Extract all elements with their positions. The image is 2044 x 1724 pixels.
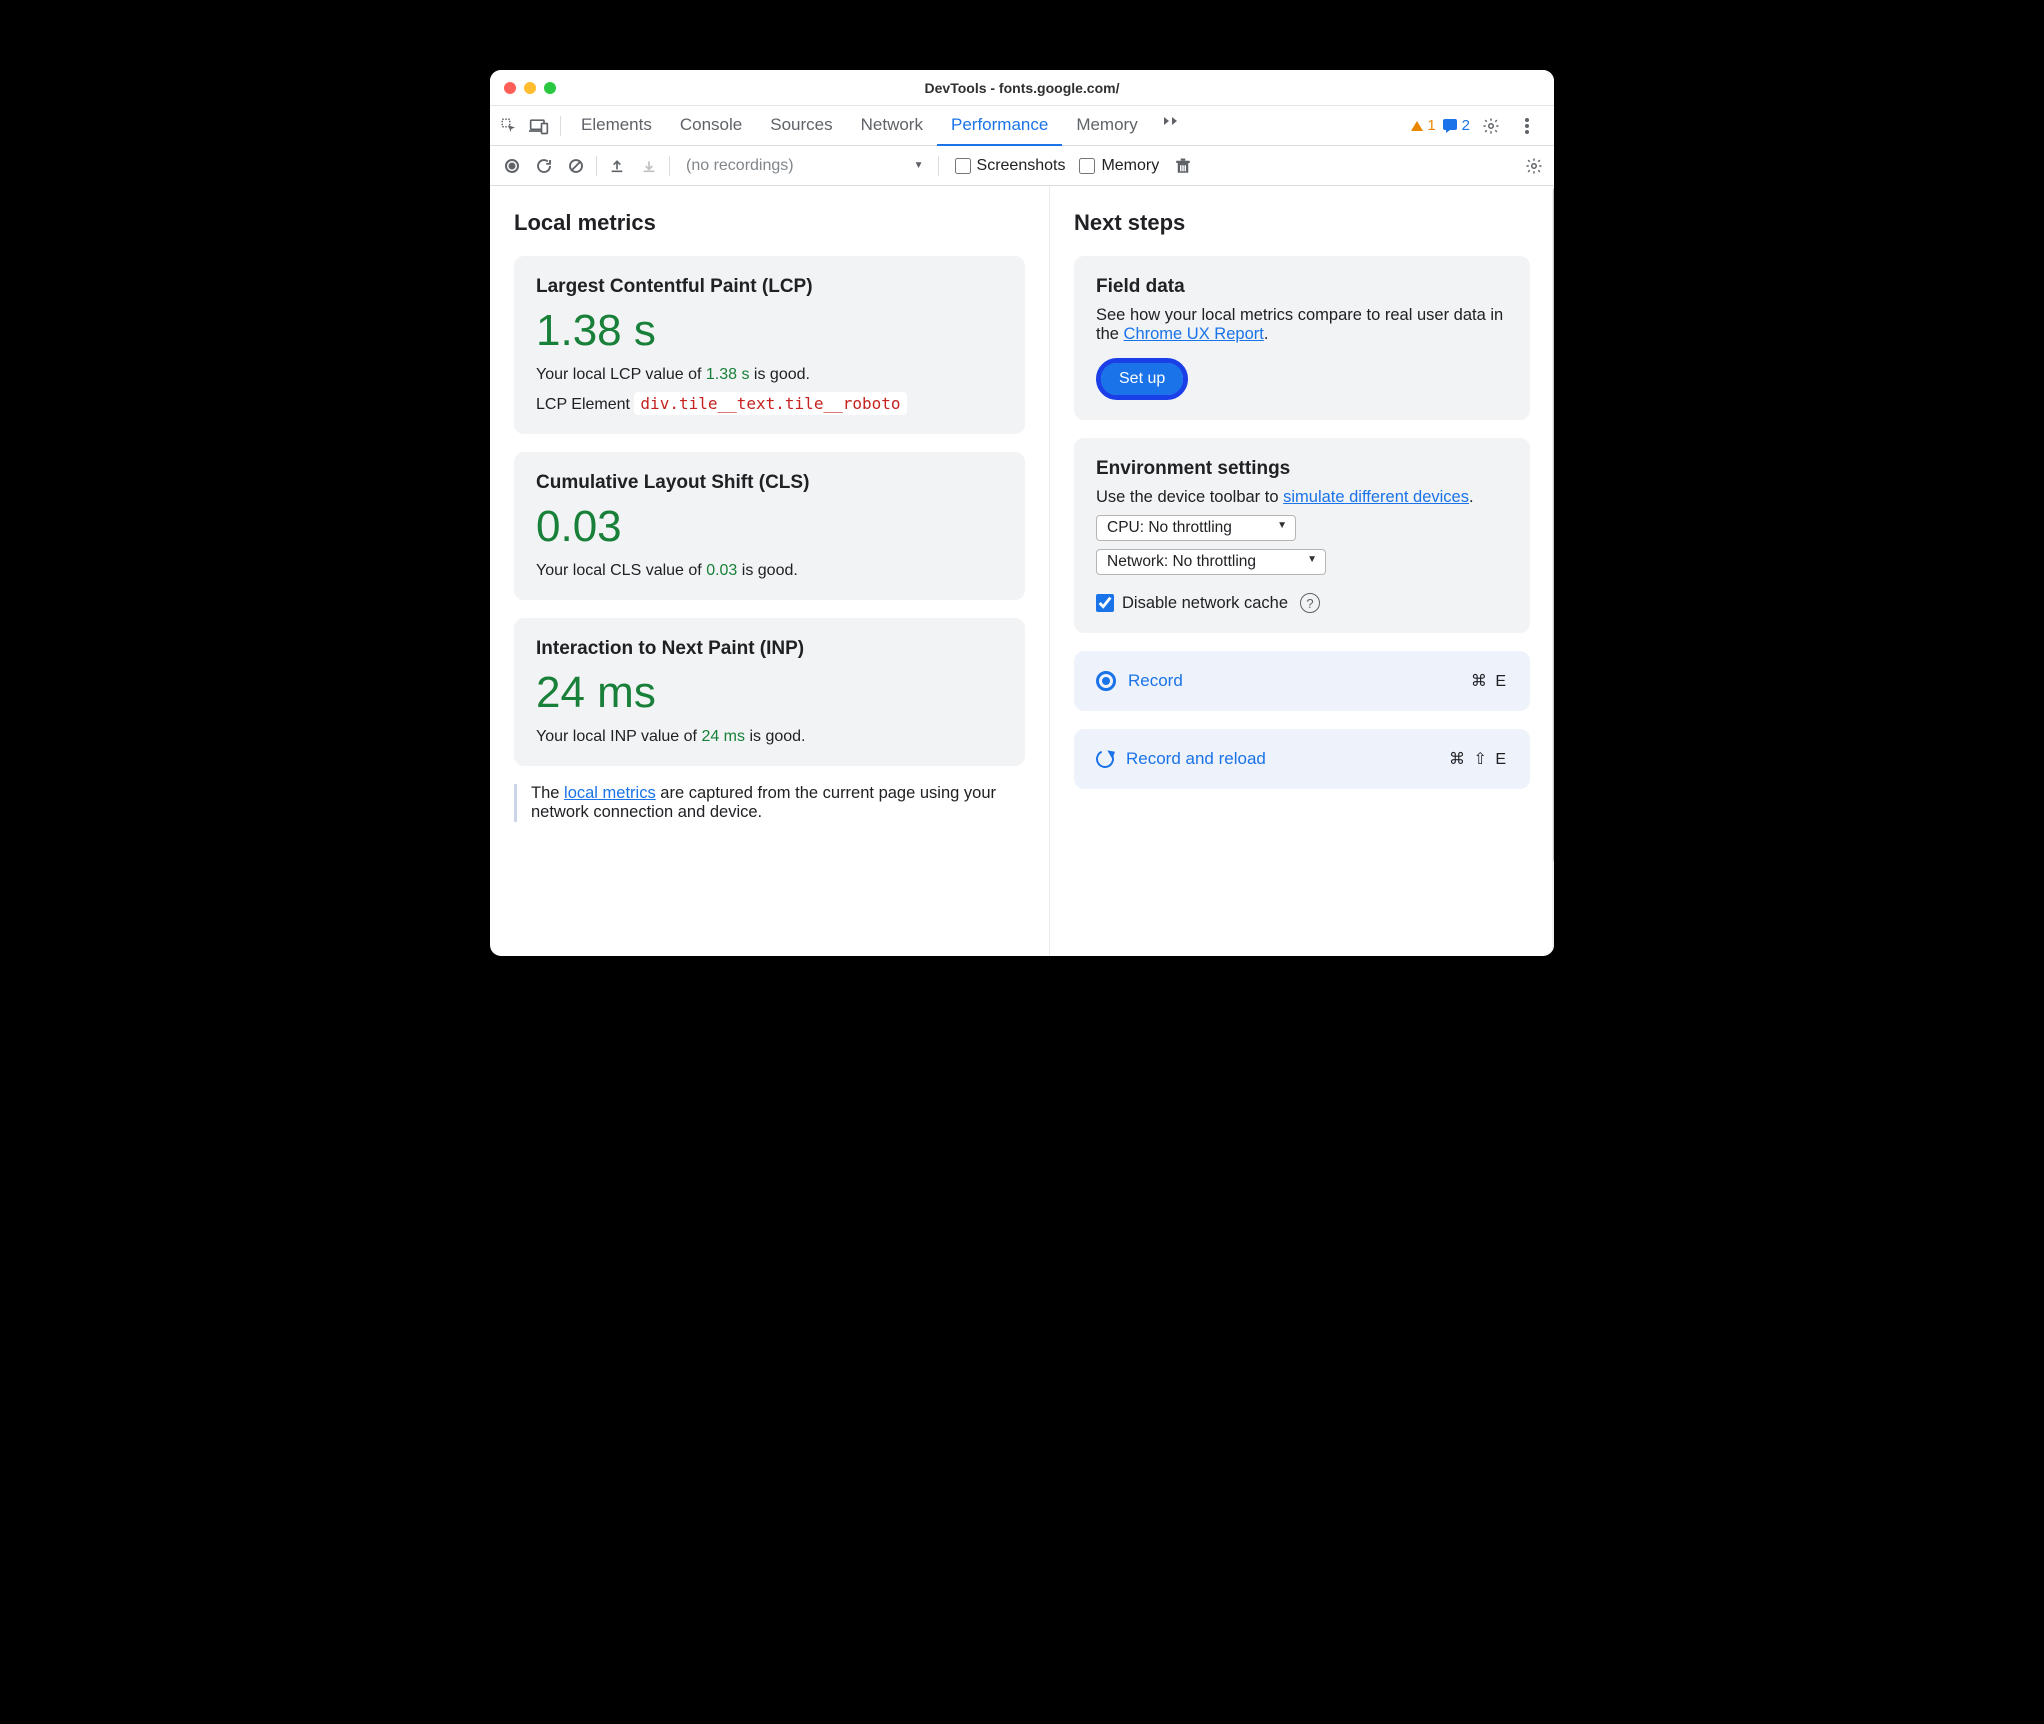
upload-trace-icon[interactable] [603, 152, 631, 180]
more-tabs-icon[interactable] [1152, 106, 1192, 136]
issues-badge[interactable]: 2 [1442, 117, 1470, 134]
environment-settings-card: Environment settings Use the device tool… [1074, 438, 1530, 633]
warnings-count: 1 [1427, 117, 1435, 134]
reload-icon [1093, 747, 1116, 770]
title-bar: DevTools - fonts.google.com/ [490, 70, 1554, 106]
cls-title: Cumulative Layout Shift (CLS) [536, 472, 1003, 494]
recordings-label: (no recordings) [686, 157, 794, 175]
screenshots-checkbox[interactable]: Screenshots [955, 157, 1066, 175]
crux-link[interactable]: Chrome UX Report [1124, 325, 1264, 343]
devtools-window: DevTools - fonts.google.com/ Elements Co… [490, 70, 1554, 956]
cls-value: 0.03 [536, 502, 1003, 552]
window-title: DevTools - fonts.google.com/ [490, 80, 1554, 96]
next-steps-column: Next steps Field data See how your local… [1050, 186, 1554, 956]
record-label: Record [1128, 671, 1459, 691]
tab-performance[interactable]: Performance [937, 106, 1062, 146]
memory-checkbox[interactable]: Memory [1079, 157, 1159, 175]
simulate-devices-link[interactable]: simulate different devices [1283, 488, 1469, 506]
screenshots-label: Screenshots [977, 157, 1066, 175]
env-title: Environment settings [1096, 458, 1508, 480]
local-metrics-column: Local metrics Largest Contentful Paint (… [490, 186, 1050, 956]
field-data-card: Field data See how your local metrics co… [1074, 256, 1530, 420]
inp-title: Interaction to Next Paint (INP) [536, 638, 1003, 660]
setup-button-highlight: Set up [1096, 358, 1188, 400]
tab-console[interactable]: Console [666, 106, 756, 146]
settings-icon[interactable] [1476, 111, 1506, 141]
clear-icon[interactable] [562, 152, 590, 180]
network-throttling-select[interactable]: Network: No throttling [1096, 549, 1326, 575]
record-shortcut: ⌘ E [1471, 671, 1508, 691]
traffic-lights [504, 82, 556, 94]
record-reload-shortcut: ⌘ ⇧ E [1449, 749, 1508, 769]
setup-button[interactable]: Set up [1101, 363, 1183, 395]
kebab-menu-icon[interactable] [1512, 111, 1542, 141]
help-icon[interactable]: ? [1300, 593, 1320, 613]
cpu-throttling-select[interactable]: CPU: No throttling [1096, 515, 1296, 541]
download-trace-icon[interactable] [635, 152, 663, 180]
inp-card: Interaction to Next Paint (INP) 24 ms Yo… [514, 618, 1025, 766]
recordings-dropdown[interactable]: (no recordings) ▼ [676, 153, 932, 179]
memory-label: Memory [1101, 157, 1159, 175]
local-metrics-link[interactable]: local metrics [564, 784, 656, 802]
disable-cache-checkbox[interactable] [1096, 594, 1114, 612]
minimize-window-button[interactable] [524, 82, 536, 94]
warnings-badge[interactable]: 1 [1411, 117, 1435, 134]
tab-elements[interactable]: Elements [567, 106, 666, 146]
tab-sources[interactable]: Sources [756, 106, 846, 146]
issues-count: 2 [1462, 117, 1470, 134]
local-metrics-heading: Local metrics [514, 210, 1025, 236]
cls-description: Your local CLS value of 0.03 is good. [536, 562, 1003, 580]
inp-description: Your local INP value of 24 ms is good. [536, 728, 1003, 746]
lcp-value: 1.38 s [536, 306, 1003, 356]
lcp-title: Largest Contentful Paint (LCP) [536, 276, 1003, 298]
field-data-title: Field data [1096, 276, 1508, 298]
maximize-window-button[interactable] [544, 82, 556, 94]
gc-icon[interactable] [1169, 152, 1197, 180]
capture-settings-icon[interactable] [1520, 152, 1548, 180]
reload-record-icon[interactable] [530, 152, 558, 180]
record-reload-action-card[interactable]: Record and reload ⌘ ⇧ E [1074, 729, 1530, 789]
lcp-description: Your local LCP value of 1.38 s is good. [536, 366, 1003, 384]
tab-memory[interactable]: Memory [1062, 106, 1151, 146]
scrollbar[interactable] [1552, 186, 1554, 956]
local-metrics-info: The local metrics are captured from the … [514, 784, 1025, 822]
main-toolbar: Elements Console Sources Network Perform… [490, 106, 1554, 146]
inspect-element-icon[interactable] [494, 111, 524, 141]
env-description: Use the device toolbar to simulate diffe… [1096, 488, 1508, 507]
device-toolbar-icon[interactable] [524, 111, 554, 141]
lcp-element-selector[interactable]: div.tile__text.tile__roboto [634, 392, 906, 415]
close-window-button[interactable] [504, 82, 516, 94]
lcp-element-row: LCP Element div.tile__text.tile__roboto [536, 394, 1003, 414]
record-icon [1096, 671, 1116, 691]
record-action-card[interactable]: Record ⌘ E [1074, 651, 1530, 711]
record-icon[interactable] [498, 152, 526, 180]
inp-value: 24 ms [536, 668, 1003, 718]
lcp-card: Largest Contentful Paint (LCP) 1.38 s Yo… [514, 256, 1025, 434]
record-reload-label: Record and reload [1126, 749, 1437, 769]
panel-tabs: Elements Console Sources Network Perform… [567, 106, 1192, 146]
next-steps-heading: Next steps [1074, 210, 1530, 236]
performance-toolbar: (no recordings) ▼ Screenshots Memory [490, 146, 1554, 186]
cls-card: Cumulative Layout Shift (CLS) 0.03 Your … [514, 452, 1025, 600]
performance-panel-content: Local metrics Largest Contentful Paint (… [490, 186, 1554, 956]
field-data-description: See how your local metrics compare to re… [1096, 306, 1508, 344]
disable-cache-label: Disable network cache [1122, 594, 1288, 613]
tab-network[interactable]: Network [847, 106, 937, 146]
